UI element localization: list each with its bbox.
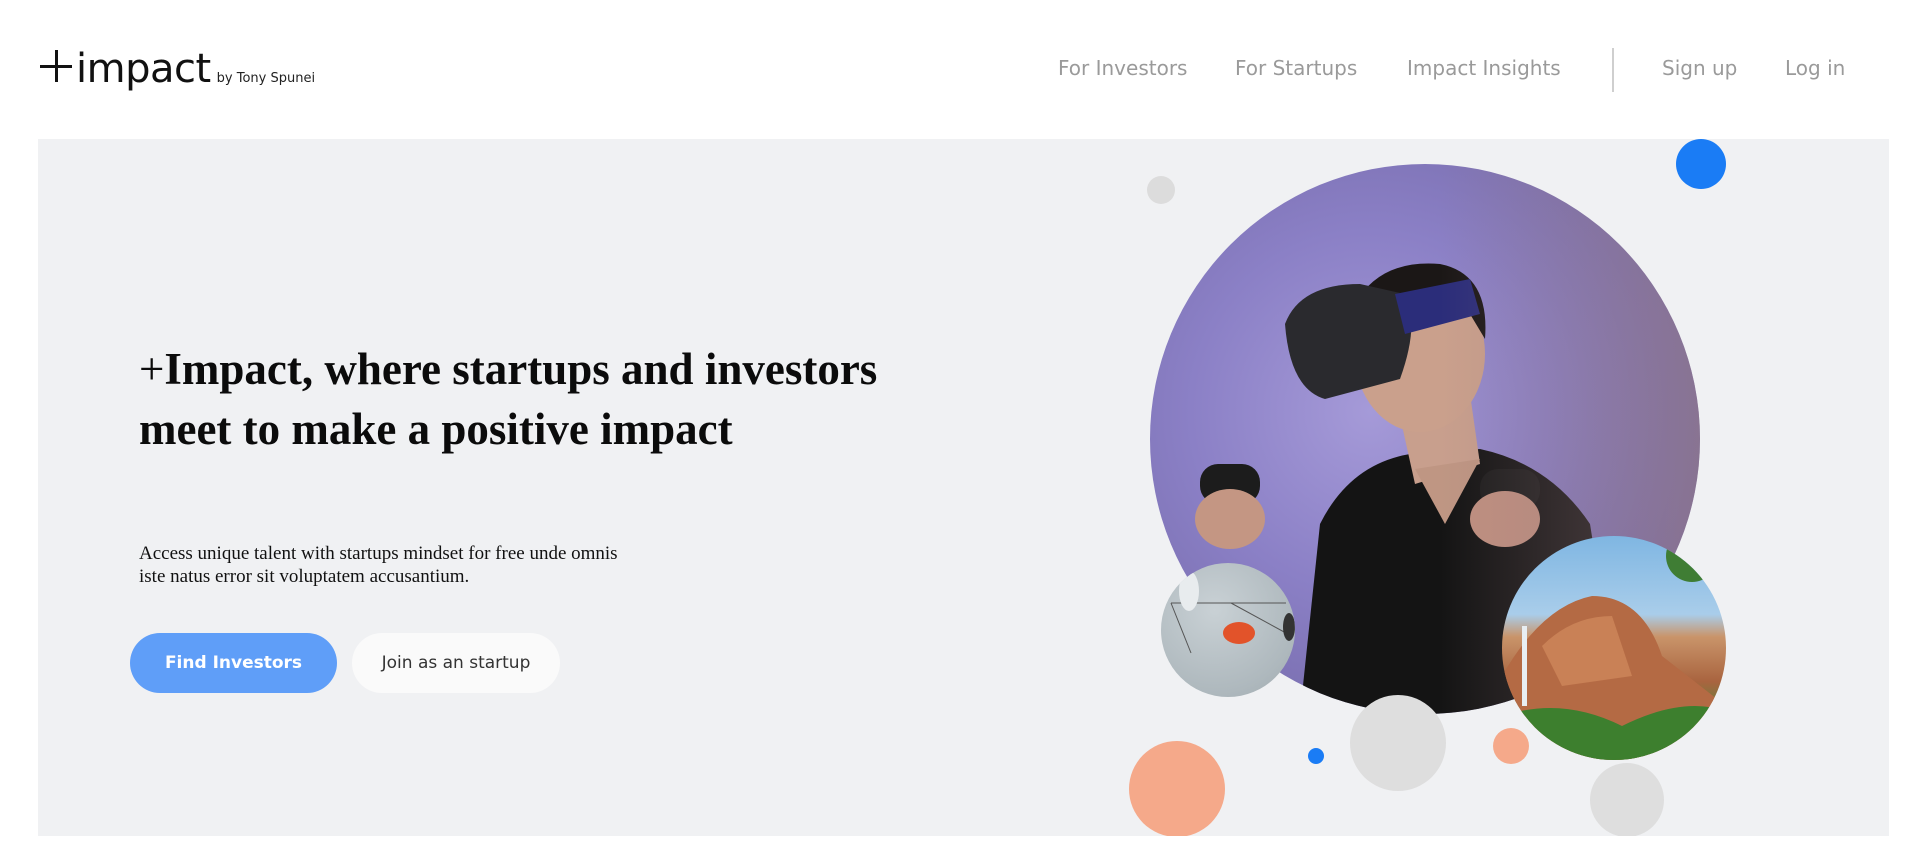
canyon-waterfall-photo	[1502, 536, 1726, 760]
main-nav: For Investors For Startups Impact Insigh…	[0, 48, 1920, 92]
decor-peach-dot-small	[1493, 728, 1529, 764]
headline-text: Impact, where startups and investors mee…	[139, 344, 878, 454]
nav-divider	[1612, 48, 1614, 92]
decor-blue-dot-small	[1308, 748, 1324, 764]
nav-link-impact-insights[interactable]: Impact Insights	[1407, 56, 1561, 80]
join-startup-button[interactable]: Join as an startup	[352, 633, 560, 693]
headline-plus: +	[139, 344, 165, 394]
abstract-art-photo	[1161, 563, 1295, 697]
decor-peach-dot-large	[1129, 741, 1225, 836]
find-investors-button[interactable]: Find Investors	[130, 633, 337, 693]
site-header: impact by Tony Spunei For Investors For …	[0, 0, 1920, 139]
canyon-illustration	[1502, 536, 1726, 760]
hero-headline: +Impact, where startups and investors me…	[139, 339, 899, 459]
signup-link[interactable]: Sign up	[1662, 56, 1737, 80]
mobile-sculpture-illustration	[1170, 571, 1295, 654]
hero-subtext: Access unique talent with startups minds…	[139, 543, 618, 587]
login-link[interactable]: Log in	[1785, 56, 1845, 80]
hero-section: +Impact, where startups and investors me…	[38, 139, 1889, 836]
decor-gray-dot-medium	[1350, 695, 1446, 791]
nav-link-for-investors[interactable]: For Investors	[1058, 56, 1187, 80]
decor-gray-dot-large	[1590, 763, 1664, 836]
decor-gray-dot-small	[1147, 176, 1175, 204]
nav-link-for-startups[interactable]: For Startups	[1235, 56, 1357, 80]
